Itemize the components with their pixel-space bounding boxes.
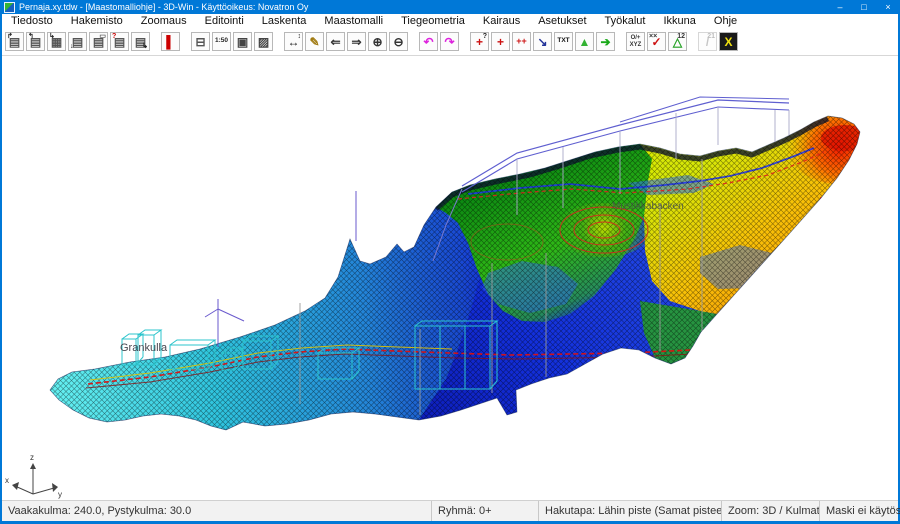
menu-hakemisto[interactable]: Hakemisto — [62, 15, 132, 27]
status-mask[interactable]: Maski ei käytössä — [820, 501, 900, 521]
maximize-button[interactable]: □ — [852, 0, 876, 14]
axis-arrow-x — [12, 482, 19, 490]
toolbar-group: ▌ — [161, 32, 182, 51]
redo-button[interactable]: ↷ — [440, 32, 459, 51]
scale-1-50-button[interactable]: 1:50 — [212, 32, 231, 51]
delete-window-button[interactable]: X — [719, 32, 738, 51]
status-view-angles[interactable]: Vaakakulma: 240.0, Pystykulma: 30.0 — [2, 501, 432, 521]
copy-file-button[interactable]: ▤▭ — [89, 32, 108, 51]
menu-kairaus[interactable]: Kairaus — [474, 15, 529, 27]
export-file-button[interactable]: ▤↳ — [131, 32, 150, 51]
toolbar-group: /21X — [698, 32, 740, 51]
toolbar-group: +?+++↘TXT▲➔ — [470, 32, 617, 51]
terrain-scene: Grankulla Mustikkabacken z x y — [2, 56, 898, 500]
fit-view-button[interactable]: ↔↕ — [284, 32, 303, 51]
axis-label-y: y — [58, 490, 62, 499]
previous-view-button[interactable]: ⇐ — [326, 32, 345, 51]
pick-line-button[interactable]: ↘ — [533, 32, 552, 51]
menu-bar: TiedostoHakemistoZoomausEditointiLaskent… — [2, 14, 898, 28]
axis-label-x: x — [5, 476, 9, 485]
window-controls: – □ × — [828, 0, 900, 14]
triangle-model-button[interactable]: ▲ — [575, 32, 594, 51]
menu-tiedosto[interactable]: Tiedosto — [2, 15, 62, 27]
window-title: Pernaja.xy.tdw - [Maastomalliohje] - 3D-… — [19, 2, 308, 12]
title-bar: Pernaja.xy.tdw - [Maastomalliohje] - 3D-… — [0, 0, 900, 14]
verify-points-button[interactable]: ✓×× — [647, 32, 666, 51]
toolbar-group: ⊟1:50▣▨ — [191, 32, 275, 51]
window-layout-button[interactable]: ▣ — [233, 32, 252, 51]
viewport-3d[interactable]: Grankulla Mustikkabacken z x y — [2, 56, 898, 500]
text-tool-button[interactable]: TXT — [554, 32, 573, 51]
label-grankulla: Grankulla — [120, 342, 168, 354]
surface-arrow-button[interactable]: ➔ — [596, 32, 615, 51]
toolbar: ▤↱▤↰▦↳▤↓▤▭▤?▤↳▌⊟1:50▣▨↔↕✎⇐⇒⊕⊖↶↷+?+++↘TXT… — [2, 28, 898, 56]
menu-ikkuna[interactable]: Ikkuna — [654, 15, 704, 27]
status-group[interactable]: Ryhmä: 0+ — [432, 501, 539, 521]
toolbar-group: ↔↕✎⇐⇒⊕⊖ — [284, 32, 410, 51]
move-point-button[interactable]: ++ — [512, 32, 531, 51]
app-window: Pernaja.xy.tdw - [Maastomalliohje] - 3D-… — [0, 0, 900, 524]
triangle-count-button[interactable]: △12 — [668, 32, 687, 51]
window-frame: TiedostoHakemistoZoomausEditointiLaskent… — [0, 14, 900, 524]
close-button[interactable]: × — [876, 0, 900, 14]
label-mustikkabacken: Mustikkabacken — [612, 201, 684, 212]
axis-arrow-z — [30, 463, 36, 469]
app-icon — [4, 2, 15, 13]
minimize-button[interactable]: – — [828, 0, 852, 14]
zoom-in-button[interactable]: ⊕ — [368, 32, 387, 51]
menu-editointi[interactable]: Editointi — [196, 15, 253, 27]
file-info-button[interactable]: ▤? — [110, 32, 129, 51]
save-file-button[interactable]: ▤↓ — [68, 32, 87, 51]
menu-ohje[interactable]: Ohje — [705, 15, 746, 27]
survey-mast — [218, 309, 244, 321]
coordinate-readout-button[interactable]: O/+XYZ — [626, 32, 645, 51]
zoom-out-button[interactable]: ⊖ — [389, 32, 408, 51]
menu-zoomaus[interactable]: Zoomaus — [132, 15, 196, 27]
toolbar-group: ▤↱▤↰▦↳▤↓▤▭▤?▤↳ — [5, 32, 152, 51]
menu-laskenta[interactable]: Laskenta — [253, 15, 316, 27]
toolbar-group: ↶↷ — [419, 32, 461, 51]
measure-line-button[interactable]: /21 — [698, 32, 717, 51]
save-file-format-button[interactable]: ▦↳ — [47, 32, 66, 51]
open-file-button[interactable]: ▤↱ — [5, 32, 24, 51]
add-point-button[interactable]: + — [491, 32, 510, 51]
status-bar: Vaakakulma: 240.0, Pystykulma: 30.0Ryhmä… — [2, 500, 898, 521]
building-3 — [170, 340, 215, 345]
menu-maastomalli[interactable]: Maastomalli — [315, 15, 392, 27]
menu-asetukset[interactable]: Asetukset — [529, 15, 595, 27]
undo-button[interactable]: ↶ — [419, 32, 438, 51]
axis-label-z: z — [30, 453, 34, 462]
axis-indicator — [33, 488, 54, 494]
survey-mast — [205, 309, 218, 317]
menu-tiegeometria[interactable]: Tiegeometria — [392, 15, 474, 27]
pan-view-button[interactable]: ✎ — [305, 32, 324, 51]
menu-työkalut[interactable]: Työkalut — [596, 15, 655, 27]
next-view-button[interactable]: ⇒ — [347, 32, 366, 51]
axis-indicator — [15, 486, 33, 494]
mesh-overlay — [40, 79, 870, 443]
status-zoom-mode[interactable]: Zoom: 3D / Kulmat — [722, 501, 820, 521]
window-hatch-button[interactable]: ▨ — [254, 32, 273, 51]
toolbar-group: O/+XYZ✓××△12 — [626, 32, 689, 51]
open-file-dialog-button[interactable]: ▤↰ — [26, 32, 45, 51]
close-file-button[interactable]: ▌ — [161, 32, 180, 51]
status-search-mode[interactable]: Hakutapa: Lähin piste (Samat pisteet) — [539, 501, 722, 521]
print-button[interactable]: ⊟ — [191, 32, 210, 51]
find-point-button[interactable]: +? — [470, 32, 489, 51]
